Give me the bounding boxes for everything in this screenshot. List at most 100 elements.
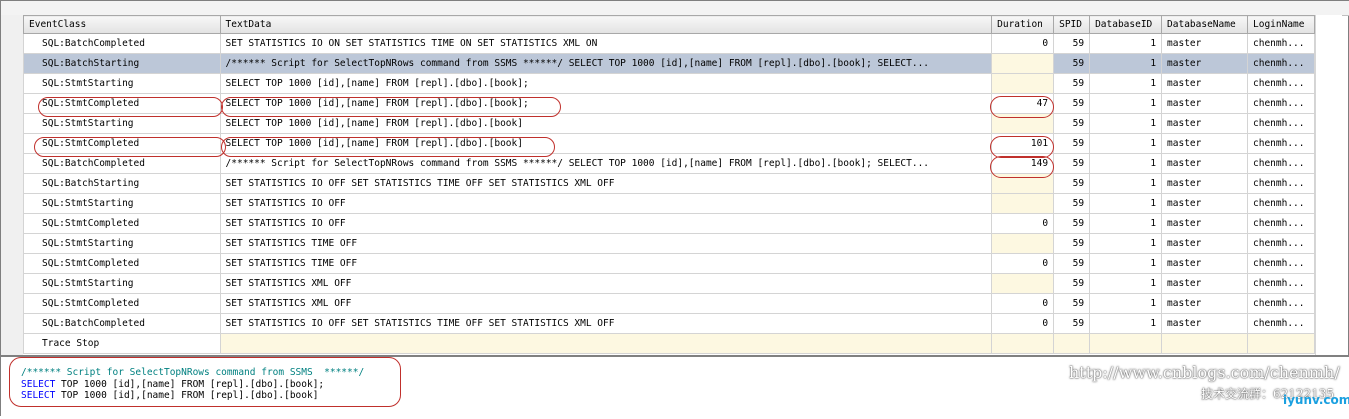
table-row[interactable]: SQL:StmtStarting SELECT TOP 1000 [id],[na… [23,113,1315,134]
cell-textdata: SELECT TOP 1000 [id],[name] FROM [repl].… [219,133,993,154]
cell-eventclass: SQL:BatchCompleted [23,33,221,54]
cell-duration: 47 [991,93,1055,114]
cell-databaseid: 1 [1089,213,1163,234]
cell-spid: 59 [1053,213,1091,234]
cell-loginname: chenmh... [1247,33,1315,54]
trace-grid[interactable]: EventClass TextData Duration SPID Databa… [23,15,1315,355]
table-row[interactable]: SQL:StmtCompleted SET STATISTICS TIME OFF… [23,253,1315,274]
column-header-spid[interactable]: SPID [1053,15,1091,34]
cell-eventclass: SQL:BatchStarting [23,173,221,194]
table-row[interactable]: SQL:BatchStarting SET STATISTICS IO OFF S… [23,173,1315,194]
cell-eventclass: SQL:BatchStarting [23,53,221,74]
cell-textdata: SET STATISTICS IO OFF [219,193,993,214]
cell-eventclass: SQL:StmtStarting [23,73,221,94]
table-row[interactable]: SQL:StmtCompleted SELECT TOP 1000 [id],[n… [23,93,1315,114]
cell-databaseid: 1 [1089,193,1163,214]
cell-databaseid: 1 [1089,233,1163,254]
table-row[interactable]: SQL:StmtCompleted SET STATISTICS IO OFF 0 5… [23,213,1315,234]
cell-databasename: master [1161,293,1248,314]
cell-textdata: SET STATISTICS TIME OFF [219,233,993,254]
column-header-databasename[interactable]: DatabaseName [1161,15,1248,34]
column-header-databaseid[interactable]: DatabaseID [1089,15,1163,34]
cell-eventclass: SQL:StmtCompleted [23,293,221,314]
cell-databaseid: 1 [1089,93,1163,114]
cell-databasename: master [1161,53,1248,74]
table-row[interactable]: SQL:BatchCompleted SET STATISTICS IO ON S… [23,33,1315,54]
top-gutter [1,1,1349,16]
cell-textdata: SET STATISTICS TIME OFF [219,253,993,274]
table-row[interactable]: SQL:BatchCompleted SET STATISTICS IO OFF … [23,313,1315,334]
cell-duration: 0 [991,293,1055,314]
cell-loginname: chenmh... [1247,313,1315,334]
table-row[interactable]: SQL:BatchCompleted/****** Script for Sel… [23,153,1315,174]
cell-databaseid: 1 [1089,153,1163,174]
table-row[interactable]: SQL:BatchStarting/****** Script for Sele… [23,53,1315,74]
cell-eventclass: SQL:StmtCompleted [23,133,221,154]
watermark-url: http://www.cnblogs.com/chenmh/ [1069,363,1340,382]
cell-loginname: chenmh... [1247,53,1315,74]
cell-loginname: chenmh... [1247,133,1315,154]
cell-databaseid: 1 [1089,33,1163,54]
vertical-scrollbar[interactable] [1315,15,1342,355]
cell-duration [991,173,1055,194]
sql-text: /****** Script for SelectTopNRows comman… [21,367,364,402]
cell-databasename: master [1161,113,1248,134]
cell-databasename: master [1161,193,1248,214]
cell-textdata: SELECT TOP 1000 [id],[name] FROM [repl].… [219,113,993,134]
column-header-duration[interactable]: Duration [991,15,1055,34]
cell-eventclass: SQL:StmtCompleted [23,253,221,274]
cell-loginname: chenmh... [1247,153,1315,174]
cell-spid: 59 [1053,193,1091,214]
table-row[interactable]: SQL:StmtStarting SELECT TOP 1000 [id],[na… [23,73,1315,94]
cell-duration [991,73,1055,94]
cell-loginname: chenmh... [1247,213,1315,234]
cell-databasename: master [1161,313,1248,334]
cell-duration: 0 [991,253,1055,274]
column-header-loginname[interactable]: LoginName [1247,15,1315,34]
cell-spid: 59 [1053,93,1091,114]
table-row-trace-stop[interactable]: Trace Stop [23,333,1315,354]
cell-loginname: chenmh... [1247,293,1315,314]
cell-empty [1089,333,1163,354]
cell-databasename: master [1161,73,1248,94]
cell-spid: 59 [1053,313,1091,334]
trace-table: EventClass TextData Duration SPID Databa… [23,15,1315,354]
cell-duration: 149 [991,153,1055,174]
cell-textdata: SET STATISTICS IO OFF SET STATISTICS TIM… [219,313,993,334]
cell-databasename: master [1161,253,1248,274]
table-row[interactable]: SQL:StmtCompleted SELECT TOP 1000 [id],[n… [23,133,1315,154]
cell-trace-stop: Trace Stop [23,333,221,354]
cell-databaseid: 1 [1089,253,1163,274]
table-row[interactable]: SQL:StmtCompleted SET STATISTICS XML OFF 0… [23,293,1315,314]
cell-duration [991,273,1055,294]
column-header-textdata[interactable]: TextData [219,15,993,34]
cell-spid: 59 [1053,293,1091,314]
cell-spid: 59 [1053,53,1091,74]
table-row[interactable]: SQL:StmtStarting SET STATISTICS TIME OFF 5… [23,233,1315,254]
sql-line-2: TOP 1000 [id],[name] FROM [repl].[dbo].[… [55,390,319,401]
cell-textdata: SET STATISTICS IO ON SET STATISTICS TIME… [219,33,993,54]
cell-spid: 59 [1053,253,1091,274]
cell-databaseid: 1 [1089,133,1163,154]
cell-textdata: SET STATISTICS IO OFF SET STATISTICS TIM… [219,173,993,194]
cell-databasename: master [1161,153,1248,174]
cell-duration: 0 [991,213,1055,234]
cell-duration: 101 [991,133,1055,154]
sql-keyword: SELECT [21,378,56,390]
cell-textdata: /****** Script for SelectTopNRows comman… [219,153,993,174]
cell-duration [991,233,1055,254]
cell-eventclass: SQL:StmtStarting [23,113,221,134]
cell-spid: 59 [1053,73,1091,94]
cell-databaseid: 1 [1089,273,1163,294]
cell-databasename: master [1161,233,1248,254]
cell-duration [991,53,1055,74]
cell-loginname: chenmh... [1247,253,1315,274]
cell-databaseid: 1 [1089,293,1163,314]
cell-eventclass: SQL:StmtStarting [23,233,221,254]
cell-loginname: chenmh... [1247,233,1315,254]
cell-duration: 0 [991,313,1055,334]
cell-textdata: SET STATISTICS IO OFF [219,213,993,234]
table-row[interactable]: SQL:StmtStarting SET STATISTICS IO OFF 59 1… [23,193,1315,214]
column-header-eventclass[interactable]: EventClass [23,15,221,34]
table-row[interactable]: SQL:StmtStarting SET STATISTICS XML OFF 59… [23,273,1315,294]
